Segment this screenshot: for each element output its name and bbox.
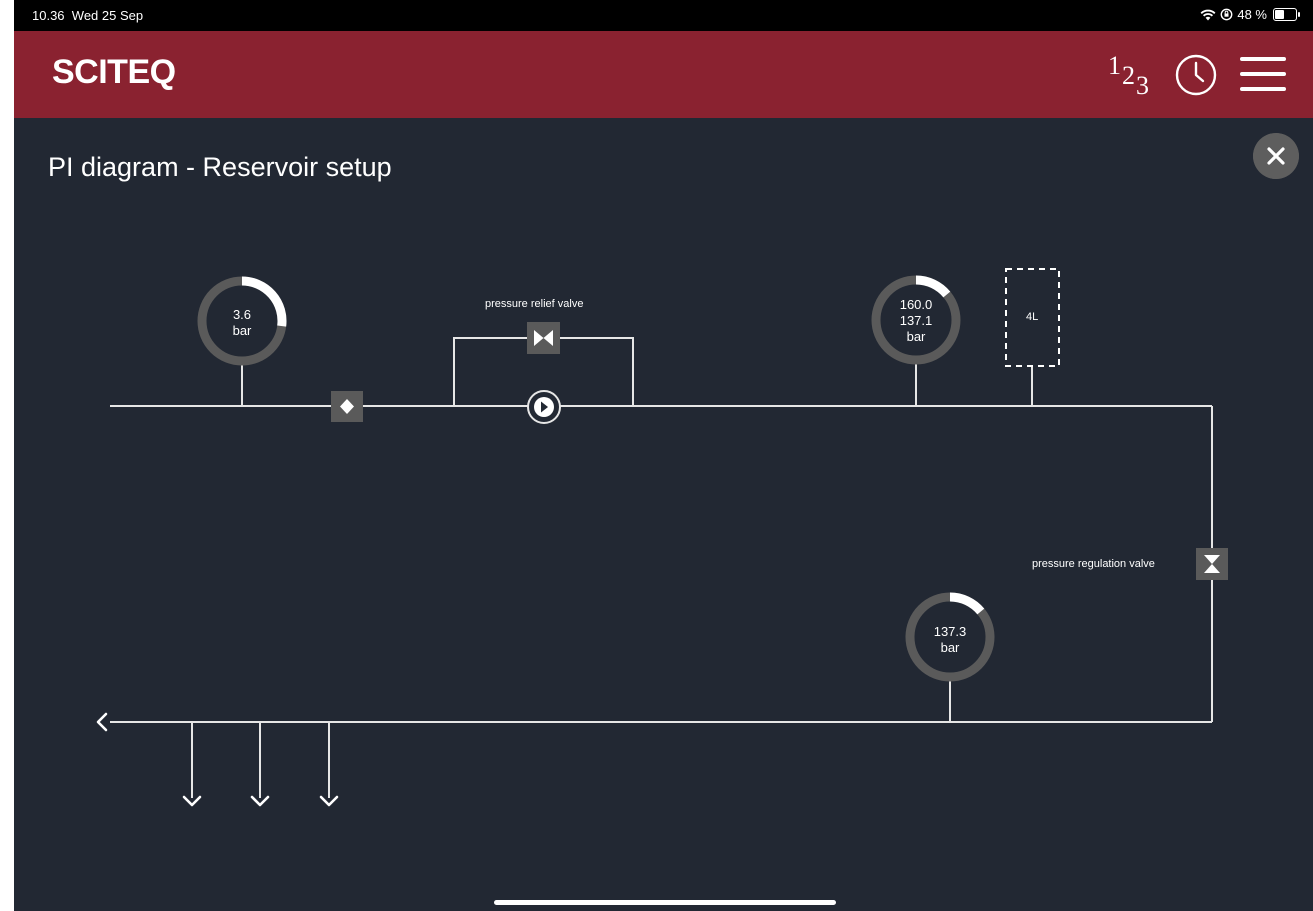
- reservoir-label: 4L: [1026, 311, 1039, 323]
- gauge-reservoir-readout: 160.0 137.1 bar: [886, 297, 946, 345]
- gauge-outlet-readout: 137.3 bar: [920, 624, 980, 656]
- gauge-inlet-unit: bar: [232, 323, 252, 338]
- drain-chevron-down-icon-2: [250, 795, 270, 807]
- relief-valve-label: pressure relief valve: [485, 298, 584, 310]
- gauge-inlet-readout: 3.6 bar: [212, 307, 272, 339]
- drain-chevron-down-icon-3: [319, 795, 339, 807]
- app-screen: 10.36 Wed 25 Sep 48 % SCITEQ 1 2 3 PI di…: [14, 0, 1313, 911]
- regulation-valve-label: pressure regulation valve: [1032, 558, 1155, 570]
- home-indicator[interactable]: [494, 900, 836, 905]
- gauge-inlet-value: 3.6: [232, 307, 252, 322]
- pump-icon: [527, 390, 561, 424]
- relief-valve-icon: [527, 322, 560, 354]
- regulation-valve-icon: [1196, 548, 1228, 580]
- drain-chevron-down-icon-1: [182, 795, 202, 807]
- gauge-reservoir-setpoint: 160.0: [899, 297, 933, 312]
- gauge-reservoir-unit: bar: [906, 329, 926, 344]
- gauge-outlet-value: 137.3: [933, 624, 967, 639]
- pi-diagram: [96, 268, 1228, 807]
- diamond-valve-icon: [331, 391, 363, 422]
- gauge-reservoir-value: 137.1: [899, 313, 933, 328]
- outflow-chevron-left-icon: [96, 712, 108, 732]
- gauge-outlet-unit: bar: [940, 640, 960, 655]
